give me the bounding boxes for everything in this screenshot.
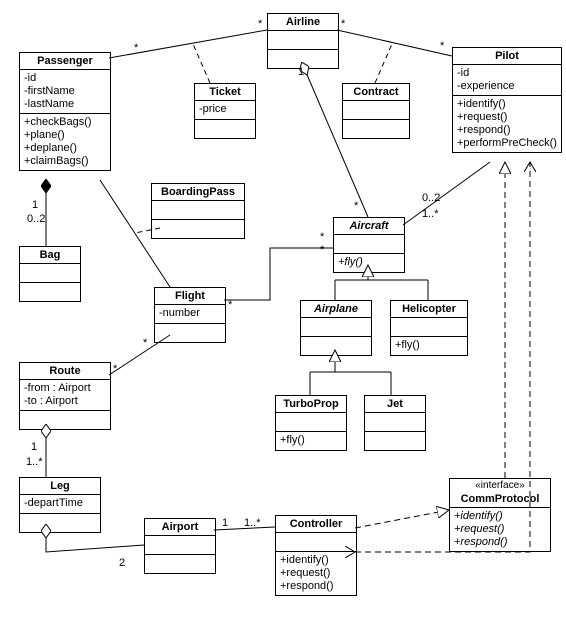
mult-one: 1 — [31, 441, 37, 453]
mult-star: * — [113, 363, 117, 375]
mult-star: * — [354, 200, 358, 212]
mult-star: * — [143, 337, 147, 349]
class-controller: Controller +identify() +request() +respo… — [275, 515, 357, 596]
class-name: Flight — [155, 288, 225, 305]
class-ops — [145, 555, 215, 573]
mult-one: 1 — [298, 66, 304, 78]
mult-1plus: 1..* — [244, 517, 261, 529]
class-airport: Airport — [144, 518, 216, 574]
class-name: Jet — [365, 396, 425, 413]
mult-one: 1 — [222, 517, 228, 529]
mult-zero2: 0..2 — [27, 213, 45, 225]
class-boardingpass: BoardingPass — [151, 183, 245, 239]
class-ops: +identify() +request() +respond() — [450, 508, 550, 551]
class-ops: +fly() — [334, 254, 404, 272]
class-attrs: -departTime — [20, 495, 100, 514]
class-name: Helicopter — [391, 301, 467, 318]
class-attrs — [334, 235, 404, 254]
class-attrs — [20, 264, 80, 283]
class-jet: Jet — [364, 395, 426, 451]
class-aircraft: Aircraft +fly() — [333, 217, 405, 273]
stereotype: «interface» — [450, 479, 550, 491]
class-name: Aircraft — [334, 218, 404, 235]
class-ops — [301, 337, 371, 355]
class-commprotocol: «interface» CommProtocol +identify() +re… — [449, 478, 551, 552]
class-ops: +identify() +request() +respond() +perfo… — [453, 96, 561, 152]
class-name: Contract — [343, 84, 409, 101]
mult-star: * — [320, 244, 324, 256]
class-attrs — [301, 318, 371, 337]
class-ops — [195, 120, 255, 138]
class-name: Airplane — [301, 301, 371, 318]
class-bag: Bag — [19, 246, 81, 302]
class-passenger: Passenger -id -firstName -lastName +chec… — [19, 52, 111, 171]
class-ops — [20, 411, 110, 429]
class-attrs — [276, 533, 356, 552]
mult-1plus: 1..* — [26, 456, 43, 468]
mult-star: * — [320, 231, 324, 243]
mult-two: 2 — [119, 557, 125, 569]
class-name: Ticket — [195, 84, 255, 101]
class-name: Airline — [268, 14, 338, 31]
class-name: Passenger — [20, 53, 110, 70]
class-attrs — [365, 413, 425, 432]
mult-star: * — [258, 18, 262, 30]
class-attrs — [268, 31, 338, 50]
class-name: BoardingPass — [152, 184, 244, 201]
class-name: Controller — [276, 516, 356, 533]
class-attrs — [343, 101, 409, 120]
class-helicopter: Helicopter +fly() — [390, 300, 468, 356]
class-ops — [152, 220, 244, 238]
class-attrs: -id -experience — [453, 65, 561, 96]
class-attrs — [391, 318, 467, 337]
class-ops: +identify() +request() +respond() — [276, 552, 356, 595]
class-turboprop: TurboProp +fly() — [275, 395, 347, 451]
class-attrs — [276, 413, 346, 432]
class-ops: +fly() — [391, 337, 467, 355]
class-attrs: -number — [155, 305, 225, 324]
class-attrs: -from : Airport -to : Airport — [20, 380, 110, 411]
class-attrs: -id -firstName -lastName — [20, 70, 110, 114]
class-route: Route -from : Airport -to : Airport — [19, 362, 111, 430]
class-name: CommProtocol — [450, 491, 550, 508]
class-contract: Contract — [342, 83, 410, 139]
class-leg: Leg -departTime — [19, 477, 101, 533]
mult-star: * — [134, 42, 138, 54]
class-pilot: Pilot -id -experience +identify() +reque… — [452, 47, 562, 153]
class-ops: +checkBags() +plane() +deplane() +claimB… — [20, 114, 110, 170]
class-attrs: -price — [195, 101, 255, 120]
mult-star: * — [228, 299, 232, 311]
mult-1plus: 1..* — [422, 208, 439, 220]
class-airline: Airline — [267, 13, 339, 69]
class-attrs — [152, 201, 244, 220]
mult-zero2: 0..2 — [422, 192, 440, 204]
class-ops: +fly() — [276, 432, 346, 450]
class-name: TurboProp — [276, 396, 346, 413]
class-name: Pilot — [453, 48, 561, 65]
class-attrs — [145, 536, 215, 555]
class-ops — [20, 283, 80, 301]
class-name: Airport — [145, 519, 215, 536]
class-ops — [343, 120, 409, 138]
class-name: Bag — [20, 247, 80, 264]
class-ticket: Ticket -price — [194, 83, 256, 139]
mult-star: * — [341, 18, 345, 30]
class-flight: Flight -number — [154, 287, 226, 343]
class-airplane: Airplane — [300, 300, 372, 356]
class-ops — [155, 324, 225, 342]
class-ops — [365, 432, 425, 450]
mult-one: 1 — [32, 199, 38, 211]
class-ops — [20, 514, 100, 532]
class-name: Route — [20, 363, 110, 380]
class-name: Leg — [20, 478, 100, 495]
mult-star: * — [440, 40, 444, 52]
